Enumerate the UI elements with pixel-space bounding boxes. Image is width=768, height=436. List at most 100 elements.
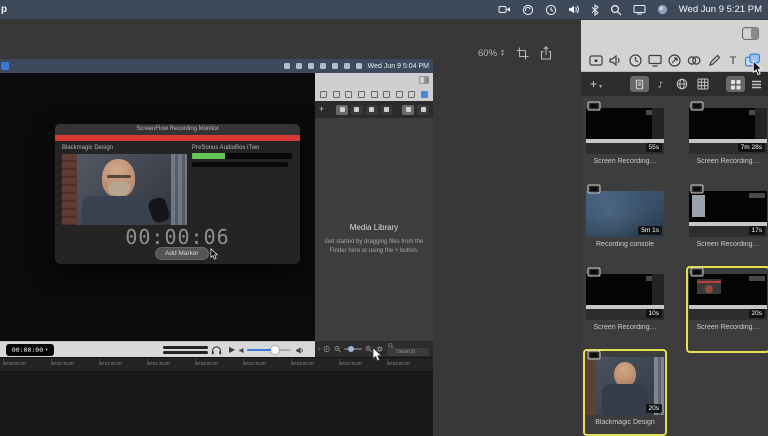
sidebar-toggle-icon[interactable]: [742, 27, 759, 40]
tab-video-motion[interactable]: [628, 53, 643, 68]
video-frame[interactable]: Wed Jun 9 5:04 PM ScreenFlow Recording M…: [0, 59, 433, 436]
media-item[interactable]: 20s Screen Recording…: [688, 268, 768, 351]
inner-search-field[interactable]: [386, 340, 430, 358]
monitor-window-title: ScreenFlow Recording Monitor: [55, 124, 300, 135]
inner-media-library-tab-icon[interactable]: [421, 91, 428, 98]
tab-annotations[interactable]: [707, 53, 722, 68]
inner-list-view-button[interactable]: [417, 105, 429, 115]
ruler-tick: 00:00:00.00: [3, 359, 35, 368]
recording-monitor-window[interactable]: ScreenFlow Recording Monitor Blackmagic …: [55, 124, 300, 264]
inner-tab-icon[interactable]: [408, 91, 415, 98]
media-item[interactable]: 20s Blackmagic Design: [585, 351, 665, 434]
thumbnail-zoom-slider[interactable]: [344, 348, 362, 350]
time-machine-icon[interactable]: [545, 4, 557, 16]
headphones-icon[interactable]: [211, 345, 222, 355]
cursor: [752, 60, 764, 77]
volume-slider[interactable]: [247, 349, 291, 351]
inner-stock-filter-button[interactable]: [366, 105, 378, 115]
audio-level-meter: [192, 153, 292, 159]
screen-recording-type-icon: [690, 267, 704, 278]
tab-callout[interactable]: [667, 53, 682, 68]
audio-filter-button[interactable]: ♪: [651, 76, 670, 92]
media-item[interactable]: 17s Screen Recording…: [688, 185, 768, 268]
media-label: Screen Recording…: [688, 324, 768, 331]
inner-panel-tabs: [315, 87, 433, 101]
screen-recording-type-icon: [587, 267, 601, 278]
recorded-cursor: [210, 248, 219, 261]
media-item[interactable]: 5m 1s Recording console: [585, 185, 665, 268]
tab-text[interactable]: T: [726, 53, 740, 68]
crop-icon[interactable]: [516, 47, 529, 60]
canvas-toolbar: 60% ▲▼: [478, 46, 552, 60]
media-item[interactable]: 10s Screen Recording…: [585, 268, 665, 351]
creative-cloud-icon[interactable]: [522, 4, 534, 16]
list-view-button[interactable]: [747, 76, 766, 92]
inner-grid-view-button[interactable]: [402, 105, 414, 115]
inner-menu-bar: Wed Jun 9 5:04 PM: [0, 59, 433, 73]
zoom-out-icon[interactable]: [334, 345, 341, 353]
media-thumbnail: 17s: [689, 191, 767, 237]
inner-media-filter-button[interactable]: [336, 105, 348, 115]
target-icon[interactable]: [323, 345, 330, 353]
inner-sidebar-toggle-icon[interactable]: [419, 76, 429, 84]
ruler-tick: 00:01:30.00: [147, 359, 179, 368]
inner-tab-icon[interactable]: [383, 91, 390, 98]
tab-audio-properties[interactable]: [608, 53, 623, 68]
add-marker-button[interactable]: Add Marker: [155, 247, 209, 260]
inner-tab-icon[interactable]: [333, 91, 340, 98]
media-grid: 55s Screen Recording… 7m 28s Screen Reco…: [581, 96, 768, 436]
bluetooth-icon[interactable]: [591, 4, 599, 16]
media-item[interactable]: 55s Screen Recording…: [585, 102, 665, 185]
play-icon[interactable]: ▶: [229, 345, 235, 354]
back-chevron-icon[interactable]: ‹: [318, 346, 320, 353]
canvas-zoom-control[interactable]: 60% ▲▼: [478, 48, 505, 59]
share-icon[interactable]: [540, 46, 552, 60]
webcam-preview: [62, 154, 187, 225]
frames-filter-button[interactable]: [693, 76, 712, 92]
duration-badge: 5m 1s: [638, 226, 662, 235]
inner-audio-filter-button[interactable]: [351, 105, 363, 115]
properties-header: T: [581, 20, 768, 72]
media-item[interactable]: 7m 28s Screen Recording…: [688, 102, 768, 185]
grid-view-button[interactable]: [726, 76, 745, 92]
menu-bar-clock[interactable]: Wed Jun 9 5:21 PM: [679, 4, 762, 15]
timecode-display[interactable]: 00:00:00▾: [6, 344, 54, 356]
timeline-tracks[interactable]: 07:17 07:45: [0, 371, 433, 436]
volume-slider-knob[interactable]: [271, 346, 279, 354]
inner-add-media-button[interactable]: +: [319, 105, 324, 114]
screen-recording-type-icon: [587, 101, 601, 112]
stock-filter-button[interactable]: [672, 76, 691, 92]
search-icon[interactable]: [610, 4, 622, 16]
zoom-stepper-icon[interactable]: ▲▼: [500, 49, 505, 57]
media-thumbnail: 10s: [586, 274, 664, 320]
ruler-tick: 00:04:00.00: [387, 359, 419, 368]
app-menu-clipped[interactable]: p: [0, 4, 7, 15]
inner-tab-icon[interactable]: [345, 91, 352, 98]
screen-mirroring-icon[interactable]: [633, 4, 646, 15]
monitor-title-bar[interactable]: ScreenFlow Recording Monitor: [55, 124, 300, 135]
inner-frames-filter-button[interactable]: [381, 105, 393, 115]
tab-video-properties[interactable]: [588, 53, 604, 68]
menu-bar: p Wed Jun 9 5:21 PM: [0, 0, 768, 19]
screen-recording-type-icon: [587, 184, 601, 195]
assistant-icon[interactable]: [657, 4, 668, 15]
inner-tab-icon[interactable]: [320, 91, 327, 98]
inner-tab-icon[interactable]: [358, 91, 365, 98]
inner-tab-icon[interactable]: [371, 91, 378, 98]
duration-badge: 55s: [646, 143, 662, 152]
add-media-button[interactable]: +▾: [590, 77, 602, 91]
inner-tab-icon[interactable]: [396, 91, 403, 98]
media-filter-button[interactable]: [630, 76, 649, 92]
video-camera-icon[interactable]: [498, 4, 511, 15]
volume-icon[interactable]: [568, 4, 580, 15]
search-input[interactable]: [386, 347, 430, 357]
timeline-ruler[interactable]: 00:00:00.0000:00:30.0000:01:00.0000:01:3…: [0, 357, 433, 371]
editor-canvas[interactable]: 60% ▲▼ Wed Jun 9 5:04 PM: [0, 19, 583, 436]
media-label: Screen Recording…: [688, 158, 768, 165]
desktop: p Wed Jun 9 5:21 PM 60% ▲▼: [0, 0, 768, 436]
slider-knob[interactable]: [348, 346, 354, 352]
volume-min-icon: [239, 347, 246, 354]
tab-screen-recording[interactable]: [647, 53, 663, 68]
tab-touch-callout[interactable]: [686, 53, 702, 68]
media-library-title: Media Library: [315, 223, 433, 232]
